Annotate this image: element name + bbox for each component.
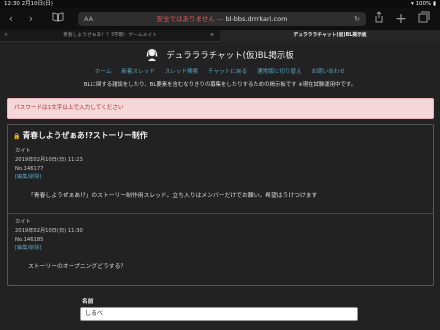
reader-mode-icon[interactable]: AA: [84, 12, 93, 26]
post-datetime: 2019年02月10日(日) 11:23: [15, 156, 83, 163]
post-divider: [8, 213, 433, 214]
nav-thread-search[interactable]: スレッド検索: [165, 69, 199, 75]
new-tab-icon[interactable]: +: [394, 11, 408, 27]
lock-icon: 🔒: [13, 133, 21, 140]
url-domain: bl-bbs.drrrkari.com: [225, 15, 288, 23]
status-battery: ▾ 100% ▮: [410, 1, 436, 7]
post-meta: カイト 2019年02月10日(日) 11:30 No.146185 [編集/削…: [15, 218, 83, 253]
name-label: 名前: [82, 299, 94, 305]
address-bar[interactable]: AA 安全ではありません — bl-bbs.drrrkari.com ↻: [78, 12, 366, 26]
close-tab-icon[interactable]: ×: [4, 30, 8, 42]
main-nav: ホーム 新着スレッド スレッド検索 チャットに戻る 通常版に切り替え お問い合わ…: [0, 68, 440, 76]
post-number: No.146185: [15, 236, 44, 243]
name-input[interactable]: しるべ: [80, 307, 358, 321]
security-warning: 安全ではありません —: [156, 15, 226, 23]
site-title: デュラララチャット(仮)BL掲示板: [166, 50, 294, 61]
thread-panel: 🔒 青春しようぜぁあ!?ストーリー制作 カイト 2019年02月10日(日) 11…: [7, 124, 434, 286]
bookmarks-icon[interactable]: [50, 11, 66, 27]
tab-bbs[interactable]: デュラララチャット(仮)BL掲示板: [220, 30, 440, 42]
nav-new-thread[interactable]: 新着スレッド: [121, 69, 155, 75]
site-header: デュラララチャット(仮)BL掲示板: [0, 44, 440, 62]
close-icon[interactable]: ⊗: [210, 30, 214, 42]
post-message: 「青春しようぜぁあ!?」のストーリー制作用スレッド。立ち入りはメンバーだけでお願…: [28, 193, 318, 199]
status-time: 12:30 2月10日(日): [4, 1, 53, 7]
tab-bar: × 青春しようぜぁあ！？3学期：ゲームエイト ⊗ デュラララチャット(仮)BL掲…: [0, 30, 440, 42]
post-message: ストーリーのオープニングどうする？: [28, 264, 127, 270]
post-author: カイト: [15, 148, 31, 154]
tab-game8[interactable]: × 青春しようぜぁあ！？3学期：ゲームエイト ⊗: [0, 30, 220, 42]
thread-title: 🔒 青春しようぜぁあ!?ストーリー制作: [13, 131, 148, 140]
reload-icon[interactable]: ↻: [354, 12, 360, 26]
nav-switch-normal[interactable]: 通常版に切り替え: [257, 69, 302, 75]
nav-back-to-chat[interactable]: チャットに戻る: [208, 69, 247, 75]
status-bar: 12:30 2月10日(日) ▾ 100% ▮: [0, 0, 440, 8]
site-description: BLに関する雑談をしたり、BL要素を含むなりきりの募集をしたりするための掲示板で…: [83, 82, 357, 88]
error-alert: パスワードは1文字以上で入力してください: [7, 98, 434, 119]
nav-home[interactable]: ホーム: [95, 69, 112, 75]
headset-logo-icon: [146, 48, 158, 61]
post-datetime: 2019年02月10日(日) 11:30: [15, 227, 83, 234]
post-number: No.146177: [15, 165, 44, 172]
back-icon[interactable]: ‹: [4, 11, 18, 27]
share-icon[interactable]: [372, 11, 386, 27]
edit-delete-link[interactable]: [編集/削除]: [15, 244, 83, 253]
post-author: カイト: [15, 219, 31, 225]
forward-icon[interactable]: ›: [24, 11, 38, 27]
post-meta: カイト 2019年02月10日(日) 11:23 No.146177 [編集/削…: [15, 147, 83, 182]
nav-contact[interactable]: お問い合わせ: [311, 69, 345, 75]
edit-delete-link[interactable]: [編集/削除]: [15, 173, 83, 182]
browser-toolbar: ‹ › AA 安全ではありません — bl-bbs.drrrkari.com ↻…: [0, 8, 440, 30]
tabs-icon[interactable]: [416, 11, 432, 27]
